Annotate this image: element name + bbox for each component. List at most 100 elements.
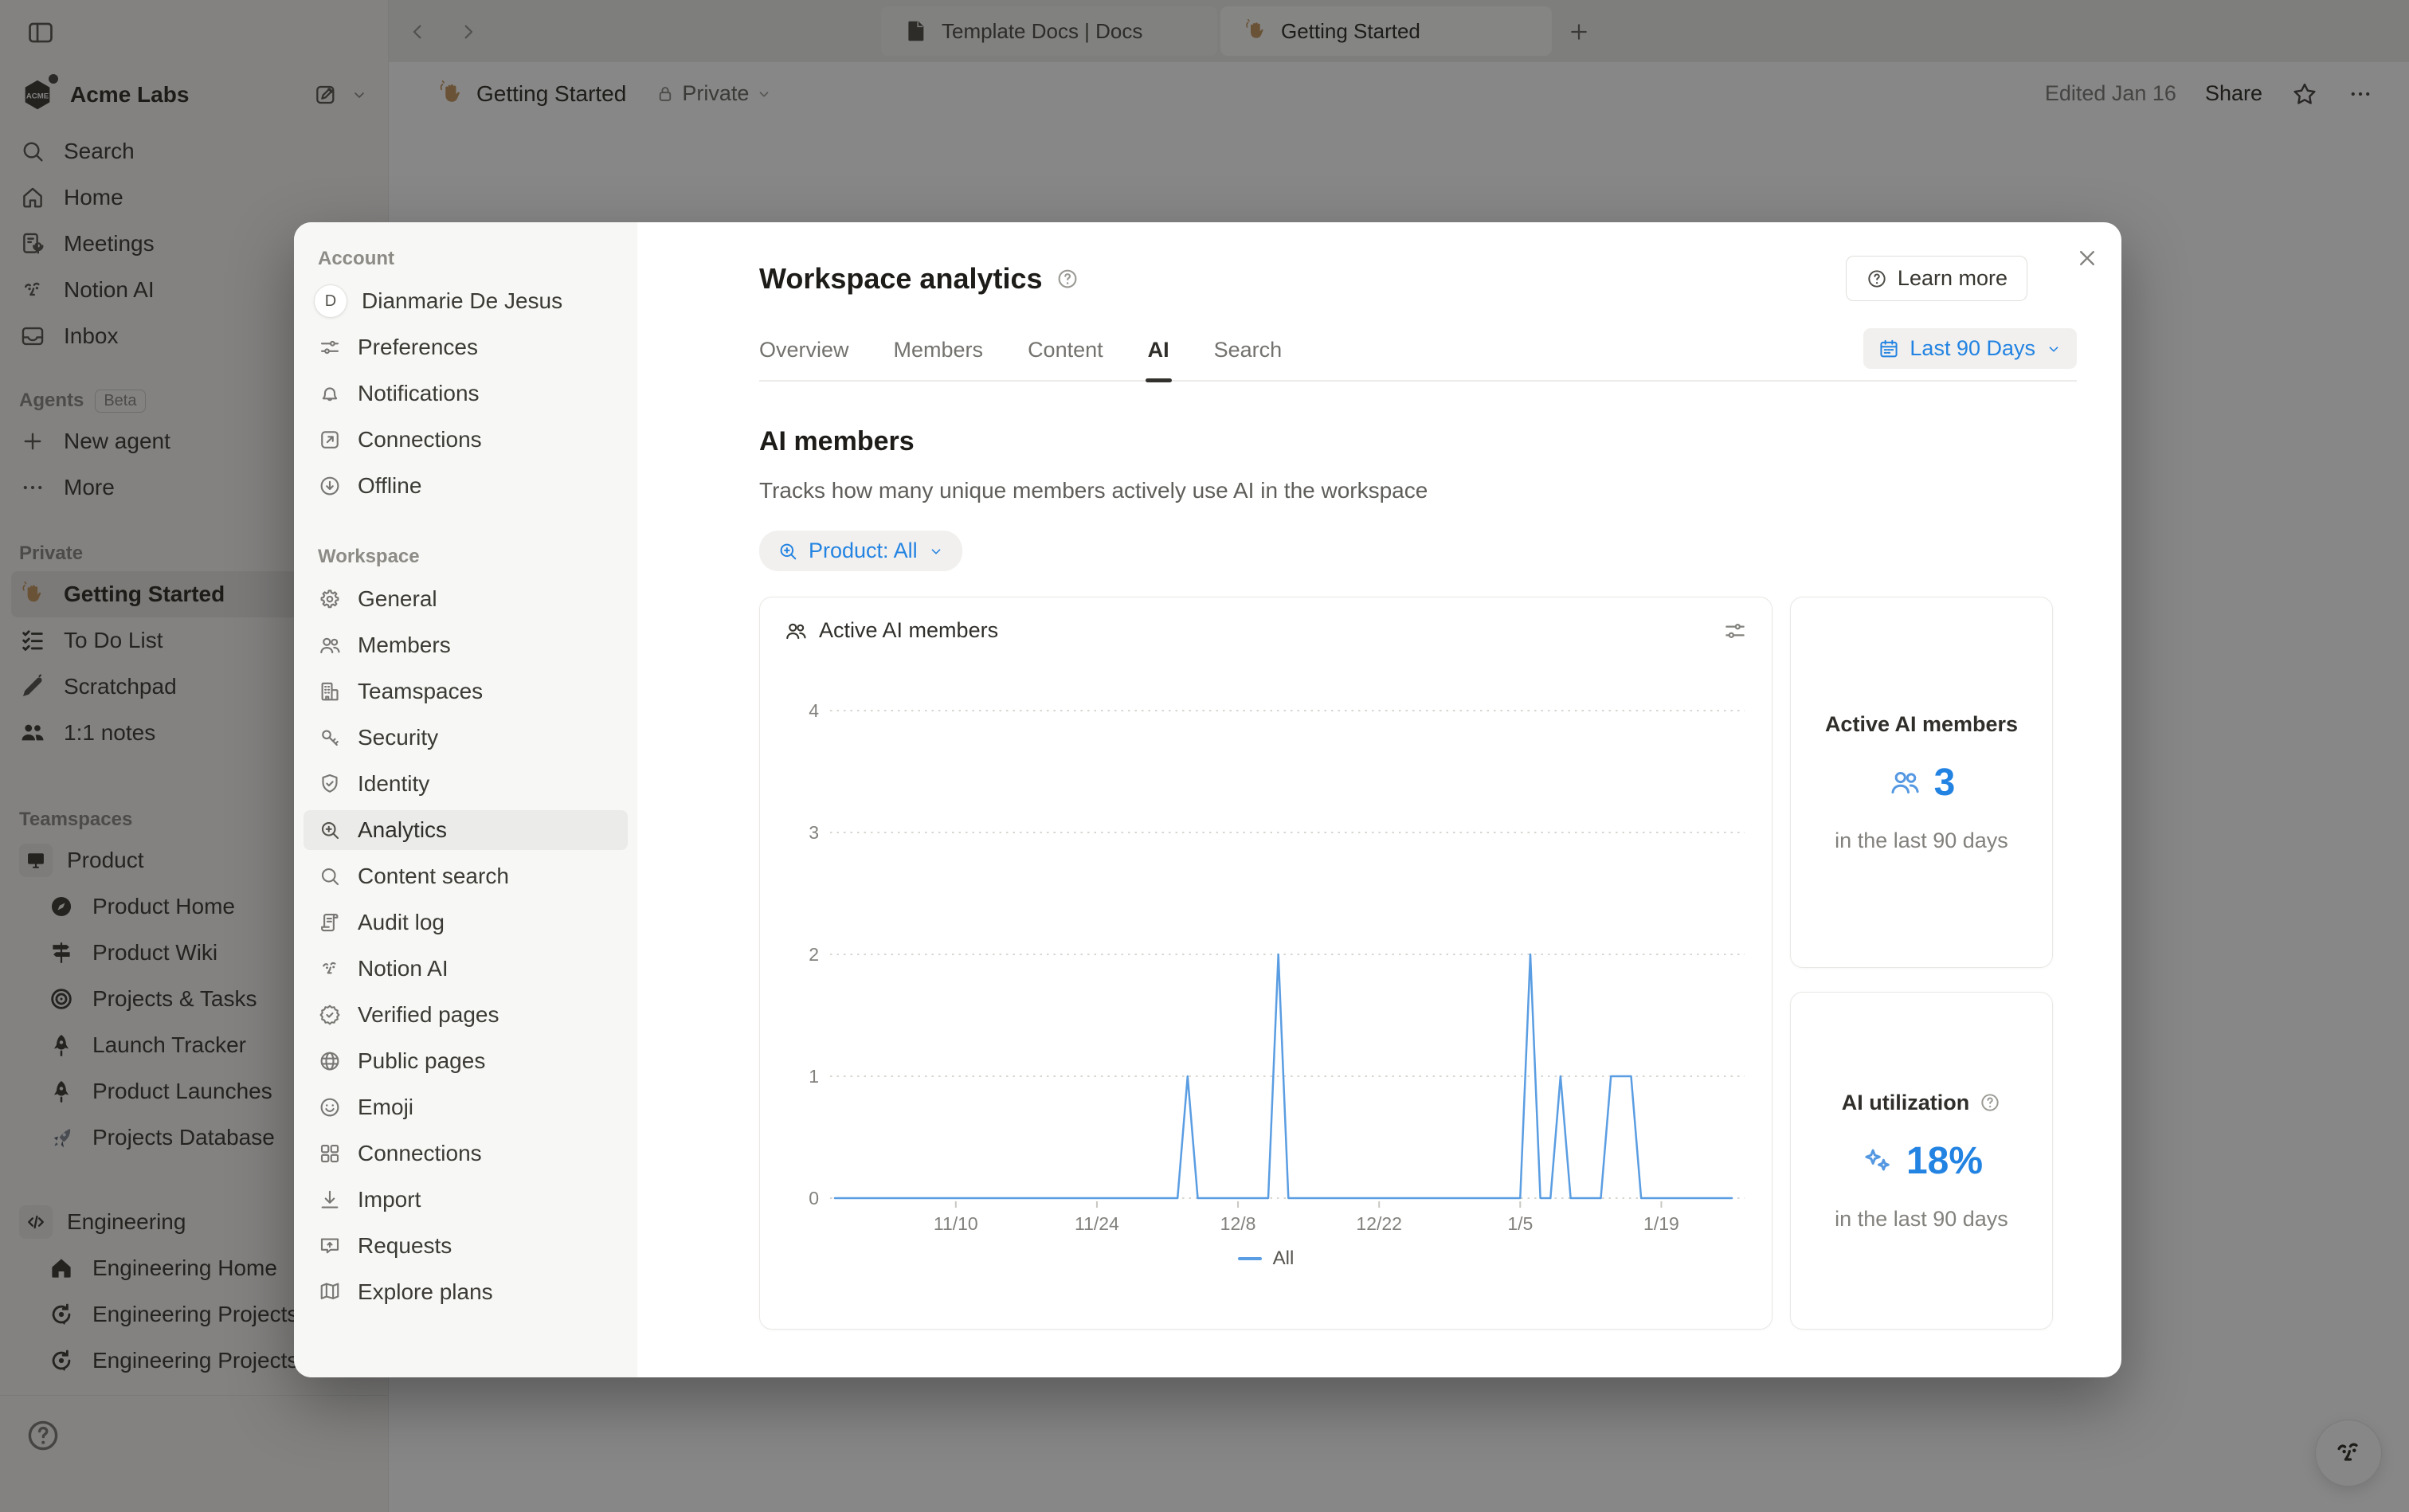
settings-item-label: Security xyxy=(358,725,438,750)
settings-item-offline[interactable]: Offline xyxy=(304,466,628,506)
settings-item-import[interactable]: Import xyxy=(304,1180,628,1220)
building-icon xyxy=(318,680,342,703)
svg-text:4: 4 xyxy=(809,700,819,721)
grid-icon xyxy=(318,1142,342,1165)
settings-item-analytics[interactable]: Analytics xyxy=(304,810,628,850)
ai-utilization-value: 18% xyxy=(1906,1139,1983,1183)
settings-item-notifications[interactable]: Notifications xyxy=(304,374,628,413)
svg-text:11/24: 11/24 xyxy=(1075,1213,1119,1232)
settings-item-connections-account[interactable]: Connections xyxy=(304,420,628,460)
sparkles-icon xyxy=(1860,1144,1894,1177)
settings-item-notion-ai[interactable]: Notion AI xyxy=(304,949,628,989)
search-plus-icon xyxy=(777,540,799,562)
svg-text:1/5: 1/5 xyxy=(1507,1213,1533,1232)
tab-members[interactable]: Members xyxy=(894,338,984,380)
tab-overview[interactable]: Overview xyxy=(759,338,849,380)
settings-item-label: Teamspaces xyxy=(358,679,483,704)
settings-item-label: Import xyxy=(358,1187,421,1212)
settings-item-explore-plans[interactable]: Explore plans xyxy=(304,1272,628,1312)
notion-ai-icon xyxy=(318,957,342,981)
settings-item-label: Connections xyxy=(358,427,482,452)
settings-item-identity[interactable]: Identity xyxy=(304,764,628,804)
badge-check-icon xyxy=(318,1003,342,1027)
settings-item-emoji[interactable]: Emoji xyxy=(304,1087,628,1127)
active-ai-members-value: 3 xyxy=(1934,761,1956,805)
settings-item-label: Notifications xyxy=(358,381,480,406)
product-filter-label: Product: All xyxy=(809,539,918,563)
settings-item-label: Explore plans xyxy=(358,1279,493,1305)
card-caption: in the last 90 days xyxy=(1835,828,2008,853)
card-title: AI utilization xyxy=(1842,1091,1969,1115)
settings-item-public-pages[interactable]: Public pages xyxy=(304,1041,628,1081)
settings-item-verified-pages[interactable]: Verified pages xyxy=(304,995,628,1035)
svg-text:3: 3 xyxy=(809,822,819,843)
avatar: D xyxy=(314,284,347,318)
tab-ai[interactable]: AI xyxy=(1148,338,1169,380)
settings-item-label: General xyxy=(358,586,437,612)
chevron-down-icon xyxy=(927,543,945,560)
svg-text:2: 2 xyxy=(809,944,819,965)
map-icon xyxy=(318,1280,342,1304)
settings-item-label: Dianmarie De Jesus xyxy=(362,288,562,314)
svg-text:1/19: 1/19 xyxy=(1643,1213,1679,1232)
date-range-dropdown[interactable]: Last 90 Days xyxy=(1863,328,2077,369)
help-circle-icon[interactable] xyxy=(1979,1091,2001,1114)
legend-label: All xyxy=(1273,1248,1295,1270)
key-icon xyxy=(318,726,342,750)
settings-item-label: Requests xyxy=(358,1233,452,1259)
settings-item-connections-workspace[interactable]: Connections xyxy=(304,1134,628,1173)
external-link-icon xyxy=(318,428,342,452)
settings-item-label: Audit log xyxy=(358,910,445,935)
question-circle-icon xyxy=(1866,268,1888,290)
close-icon[interactable] xyxy=(2074,245,2101,272)
settings-item-security[interactable]: Security xyxy=(304,718,628,758)
chart-title: Active AI members xyxy=(819,618,998,643)
settings-item-preferences[interactable]: Preferences xyxy=(304,327,628,367)
modal-title: Workspace analytics xyxy=(759,262,1043,296)
shield-check-icon xyxy=(318,772,342,796)
members-icon xyxy=(784,619,808,643)
download-circle-icon xyxy=(318,474,342,498)
scroll-icon xyxy=(318,911,342,934)
settings-item-label: Public pages xyxy=(358,1048,485,1074)
members-icon xyxy=(318,633,342,657)
section-heading: AI members xyxy=(759,426,2077,457)
chart-legend: All xyxy=(784,1248,1748,1270)
settings-item-audit-log[interactable]: Audit log xyxy=(304,903,628,942)
svg-text:12/8: 12/8 xyxy=(1220,1213,1256,1232)
import-icon xyxy=(318,1188,342,1212)
bell-icon xyxy=(318,382,342,405)
settings-modal: Account DDianmarie De Jesus Preferences … xyxy=(294,222,2121,1377)
settings-content: Workspace analytics Learn more Overview … xyxy=(637,222,2121,1377)
learn-more-button[interactable]: Learn more xyxy=(1846,256,2027,301)
settings-item-label: Notion AI xyxy=(358,956,449,981)
card-title: Active AI members xyxy=(1825,712,2018,737)
date-range-label: Last 90 Days xyxy=(1910,336,2035,361)
settings-item-general[interactable]: General xyxy=(304,579,628,619)
settings-item-label: Connections xyxy=(358,1141,482,1166)
tab-content[interactable]: Content xyxy=(1028,338,1103,380)
ai-utilization-summary-card: AI utilization 18% in the last 90 days xyxy=(1790,992,2053,1330)
settings-item-label: Members xyxy=(358,633,451,658)
chevron-down-icon xyxy=(2045,340,2062,358)
legend-swatch xyxy=(1238,1257,1262,1260)
chart-settings-icon[interactable] xyxy=(1722,618,1748,644)
settings-item-members[interactable]: Members xyxy=(304,625,628,665)
svg-text:1: 1 xyxy=(809,1066,819,1087)
account-section-header: Account xyxy=(304,241,628,281)
settings-item-requests[interactable]: Requests xyxy=(304,1226,628,1266)
gear-icon xyxy=(318,587,342,611)
settings-item-label: Analytics xyxy=(358,817,447,843)
help-circle-icon[interactable] xyxy=(1056,267,1079,291)
globe-icon xyxy=(318,1049,342,1073)
active-ai-members-chart-card: Active AI members 0123411/1011/2412/812/… xyxy=(759,597,1772,1330)
product-filter-dropdown[interactable]: Product: All xyxy=(759,531,962,571)
settings-item-profile[interactable]: D Dianmarie De Jesus xyxy=(304,281,628,321)
settings-item-teamspaces[interactable]: Teamspaces xyxy=(304,672,628,711)
settings-sidebar: Account DDianmarie De Jesus Preferences … xyxy=(294,222,637,1377)
settings-item-label: Offline xyxy=(358,473,421,499)
svg-text:11/10: 11/10 xyxy=(934,1213,978,1232)
tab-search[interactable]: Search xyxy=(1214,338,1283,380)
settings-item-content-search[interactable]: Content search xyxy=(304,856,628,896)
svg-text:12/22: 12/22 xyxy=(1356,1213,1402,1232)
